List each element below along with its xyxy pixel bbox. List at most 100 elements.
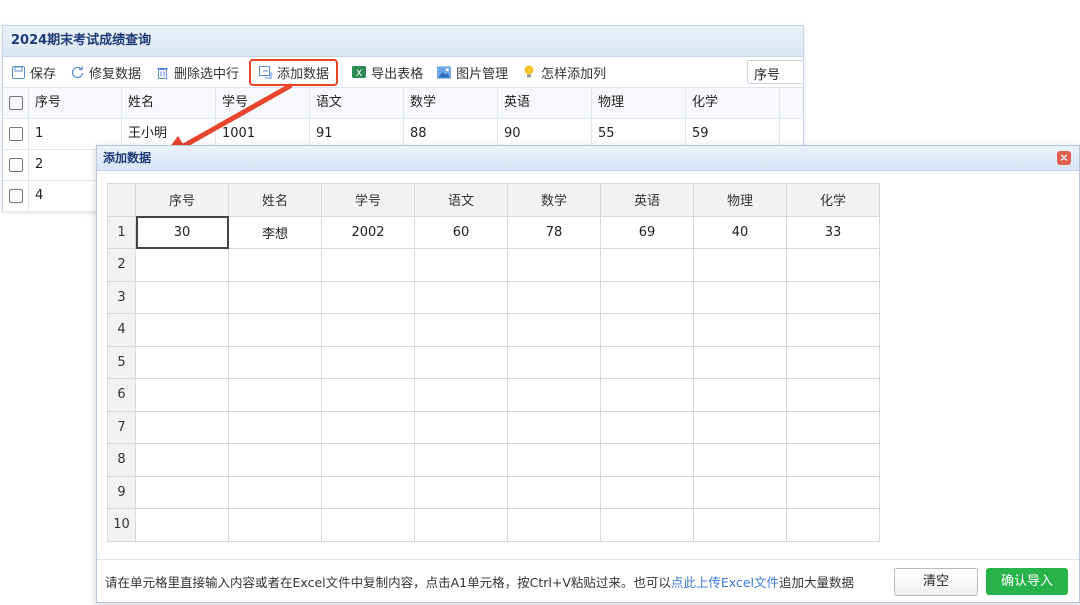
sheet-cell[interactable] bbox=[414, 345, 508, 379]
sheet-cell[interactable] bbox=[507, 248, 601, 282]
sheet-cell[interactable] bbox=[135, 508, 229, 542]
sheet-col-header[interactable]: 英语 bbox=[600, 183, 694, 217]
sheet-cell[interactable] bbox=[321, 280, 415, 314]
image-management-button[interactable]: 图片管理 bbox=[437, 63, 508, 82]
sheet-cell[interactable] bbox=[414, 475, 508, 509]
sheet-cell[interactable] bbox=[135, 378, 229, 412]
sheet-cell[interactable] bbox=[321, 345, 415, 379]
col-header[interactable]: 序号 bbox=[29, 88, 122, 118]
sheet-row-number[interactable]: 7 bbox=[107, 410, 136, 444]
sheet-cell[interactable] bbox=[507, 313, 601, 347]
sheet-cell[interactable]: 60 bbox=[414, 215, 508, 249]
sheet-row-number[interactable]: 8 bbox=[107, 443, 136, 477]
sheet-col-header[interactable]: 姓名 bbox=[228, 183, 322, 217]
sheet-cell[interactable] bbox=[507, 443, 601, 477]
sheet-cell[interactable] bbox=[135, 410, 229, 444]
sheet-cell[interactable] bbox=[600, 313, 694, 347]
sheet-cell[interactable]: 李想 bbox=[228, 215, 322, 249]
sheet-cell[interactable] bbox=[507, 475, 601, 509]
sheet-cell[interactable] bbox=[321, 313, 415, 347]
sheet-col-header[interactable]: 序号 bbox=[135, 183, 229, 217]
col-header[interactable]: 化学 bbox=[686, 88, 780, 118]
sheet-cell[interactable] bbox=[135, 313, 229, 347]
sheet-cell[interactable] bbox=[507, 280, 601, 314]
sheet-cell[interactable] bbox=[786, 378, 880, 412]
sheet-cell[interactable] bbox=[228, 248, 322, 282]
add-data-button[interactable]: 添加数据 bbox=[249, 58, 339, 86]
sheet-col-header[interactable]: 物理 bbox=[693, 183, 787, 217]
sheet-cell[interactable] bbox=[507, 378, 601, 412]
sheet-cell[interactable] bbox=[786, 313, 880, 347]
sheet-cell[interactable] bbox=[786, 410, 880, 444]
save-button[interactable]: 保存 bbox=[11, 63, 56, 82]
sheet-cell[interactable]: 2002 bbox=[321, 215, 415, 249]
col-header[interactable]: 姓名 bbox=[122, 88, 216, 118]
row-checkbox[interactable] bbox=[3, 150, 29, 180]
upload-excel-link[interactable]: 点此上传Excel文件 bbox=[671, 575, 779, 590]
sheet-cell[interactable] bbox=[321, 410, 415, 444]
sheet-cell[interactable] bbox=[414, 313, 508, 347]
sheet-corner[interactable] bbox=[107, 183, 136, 217]
sheet-cell[interactable] bbox=[414, 378, 508, 412]
sheet-cell[interactable] bbox=[786, 443, 880, 477]
col-header[interactable]: 物理 bbox=[592, 88, 686, 118]
sheet-cell[interactable] bbox=[600, 410, 694, 444]
sheet-cell[interactable] bbox=[600, 345, 694, 379]
sheet-cell[interactable] bbox=[414, 410, 508, 444]
sheet-cell[interactable] bbox=[321, 248, 415, 282]
sheet-cell[interactable] bbox=[693, 313, 787, 347]
sheet-cell[interactable] bbox=[135, 345, 229, 379]
column-search-select[interactable]: 序号 bbox=[747, 60, 803, 84]
sheet-cell[interactable] bbox=[600, 475, 694, 509]
col-header[interactable]: 语文 bbox=[310, 88, 404, 118]
row-checkbox[interactable] bbox=[3, 181, 29, 211]
sheet-cell[interactable] bbox=[786, 508, 880, 542]
sheet-cell[interactable] bbox=[135, 280, 229, 314]
sheet-cell[interactable] bbox=[321, 475, 415, 509]
sheet-cell[interactable] bbox=[693, 378, 787, 412]
sheet-cell[interactable]: 40 bbox=[693, 215, 787, 249]
sheet-cell[interactable] bbox=[693, 410, 787, 444]
sheet-cell[interactable] bbox=[228, 313, 322, 347]
sheet-cell[interactable] bbox=[135, 443, 229, 477]
sheet-cell[interactable] bbox=[600, 443, 694, 477]
sheet-cell[interactable] bbox=[600, 378, 694, 412]
sheet-cell[interactable] bbox=[414, 280, 508, 314]
sheet-row-number[interactable]: 2 bbox=[107, 248, 136, 282]
restore-data-button[interactable]: 修复数据 bbox=[70, 63, 141, 82]
sheet-cell[interactable] bbox=[600, 248, 694, 282]
sheet-col-header[interactable]: 数学 bbox=[507, 183, 601, 217]
sheet-cell[interactable]: 33 bbox=[786, 215, 880, 249]
sheet-cell[interactable] bbox=[321, 378, 415, 412]
sheet-cell[interactable] bbox=[228, 410, 322, 444]
sheet-row-number[interactable]: 4 bbox=[107, 313, 136, 347]
sheet-cell[interactable] bbox=[693, 508, 787, 542]
sheet-cell[interactable] bbox=[786, 475, 880, 509]
sheet-row-number[interactable]: 1 bbox=[107, 215, 136, 249]
sheet-cell[interactable] bbox=[600, 508, 694, 542]
sheet-cell[interactable] bbox=[507, 345, 601, 379]
sheet-cell[interactable] bbox=[228, 280, 322, 314]
sheet-cell[interactable] bbox=[414, 443, 508, 477]
sheet-row-number[interactable]: 5 bbox=[107, 345, 136, 379]
sheet-col-header[interactable]: 化学 bbox=[786, 183, 880, 217]
sheet-cell[interactable] bbox=[321, 443, 415, 477]
sheet-cell[interactable] bbox=[228, 508, 322, 542]
col-header[interactable]: 数学 bbox=[404, 88, 498, 118]
clear-button[interactable]: 清空 bbox=[894, 568, 978, 596]
sheet-cell[interactable]: 69 bbox=[600, 215, 694, 249]
col-header[interactable]: 英语 bbox=[498, 88, 592, 118]
sheet-col-header[interactable]: 语文 bbox=[414, 183, 508, 217]
sheet-row-number[interactable]: 9 bbox=[107, 475, 136, 509]
sheet-cell[interactable] bbox=[228, 475, 322, 509]
sheet-cell[interactable] bbox=[786, 280, 880, 314]
sheet-cell[interactable] bbox=[414, 248, 508, 282]
sheet-cell[interactable] bbox=[693, 475, 787, 509]
select-all-checkbox[interactable] bbox=[3, 88, 29, 118]
sheet-cell[interactable] bbox=[693, 248, 787, 282]
sheet-cell[interactable] bbox=[414, 508, 508, 542]
sheet-cell[interactable] bbox=[135, 248, 229, 282]
sheet-cell[interactable] bbox=[228, 345, 322, 379]
sheet-cell[interactable] bbox=[228, 378, 322, 412]
delete-selected-row-button[interactable]: 删除选中行 bbox=[155, 63, 239, 82]
